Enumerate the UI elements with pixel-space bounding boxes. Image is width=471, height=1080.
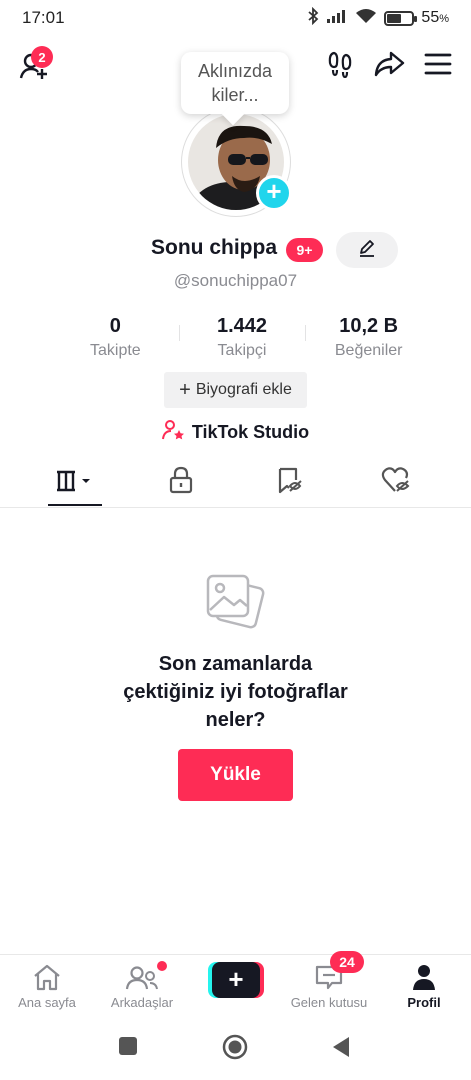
stat-following[interactable]: 0 Takipte [52, 315, 179, 361]
create-plus-icon: + [212, 962, 260, 998]
add-friend-button[interactable]: 2 [14, 46, 54, 86]
nav-inbox-label: Gelen kutusu [290, 995, 368, 1010]
add-bio-button[interactable]: + Biyografi ekle [164, 372, 307, 408]
lock-icon [168, 466, 194, 499]
add-friend-badge: 2 [31, 46, 53, 68]
empty-line-1: Son zamanlarda [158, 653, 313, 675]
repost-hidden-icon [276, 466, 304, 499]
stat-label: Takipte [89, 342, 141, 359]
battery-percent: 55 [421, 9, 440, 26]
stat-label: Takipçi [217, 342, 267, 359]
profile-handle: @sonuchippa07 [173, 271, 298, 290]
bluetooth-icon [307, 6, 319, 30]
profile-icon [379, 961, 469, 993]
videos-grid-icon [55, 468, 95, 497]
wifi-icon [355, 8, 377, 29]
profile-name: Sonu chippa [151, 236, 277, 259]
empty-line-2: çektiğiniz iyi fotoğraflar [123, 681, 348, 703]
empty-line-3: neler? [205, 709, 266, 731]
nav-profile-label: Profil [407, 995, 441, 1010]
add-avatar-plus-icon[interactable]: + [256, 175, 292, 211]
friends-icon [97, 961, 187, 993]
profile-notification-badge[interactable]: 9+ [286, 238, 323, 262]
nav-friends[interactable]: Arkadaşlar [97, 961, 187, 1017]
studio-icon [161, 419, 186, 446]
tab-videos[interactable] [45, 458, 105, 506]
nav-home-label: Ana sayfa [18, 995, 76, 1010]
upload-button[interactable]: Yükle [178, 749, 293, 801]
battery-text: 55% [421, 9, 449, 27]
heart-hidden-icon [381, 466, 411, 499]
home-circle-icon[interactable] [222, 1034, 248, 1065]
empty-state-message: Son zamanlarda çektiğiniz iyi fotoğrafla… [0, 650, 471, 734]
stats-row: 0 Takipte 1.442 Takipçi 10,2 B Beğeniler [52, 315, 432, 361]
share-icon [373, 50, 405, 83]
stat-value: 0 [109, 315, 121, 337]
edit-profile-button[interactable] [336, 232, 398, 268]
nav-friends-label: Arkadaşlar [110, 995, 174, 1010]
recents-icon[interactable] [118, 1036, 138, 1061]
create-button[interactable]: + [208, 962, 264, 998]
back-triangle-icon[interactable] [331, 1036, 351, 1063]
signal-icon [326, 8, 348, 29]
bottom-nav: Ana sayfa Arkadaşlar + Gelen kutusu 24 P… [0, 951, 471, 1018]
footprint-icon [326, 50, 354, 83]
tab-private[interactable] [151, 458, 211, 506]
pencil-icon [357, 238, 377, 263]
tab-reposts[interactable] [260, 458, 320, 506]
studio-label: TikTok Studio [191, 422, 310, 442]
add-bio-label: Biyografi ekle [195, 381, 292, 398]
stat-followers[interactable]: 1.442 Takipçi [178, 315, 306, 361]
nav-home[interactable]: Ana sayfa [2, 961, 92, 1017]
menu-button[interactable] [420, 48, 456, 84]
status-icons: 55% [307, 6, 449, 30]
status-time: 17:01 [22, 8, 65, 27]
stat-label: Beğeniler [334, 342, 403, 359]
nav-profile[interactable]: Profil [379, 961, 469, 1017]
inbox-badge: 24 [330, 951, 364, 973]
name-row: Sonu chippa 9+ [0, 232, 471, 268]
battery-level [387, 13, 401, 23]
plus-icon: + [179, 378, 191, 401]
story-tooltip[interactable]: Aklınızda kiler... [181, 52, 289, 114]
battery-unit: % [439, 13, 449, 25]
tiktok-studio-link[interactable]: TikTok Studio [0, 419, 471, 446]
tab-active-indicator [48, 504, 102, 506]
home-icon [2, 961, 92, 993]
battery-icon [384, 10, 418, 26]
tab-liked[interactable] [366, 458, 426, 506]
share-profile-button[interactable] [371, 48, 407, 84]
content-tabs [0, 458, 471, 508]
stat-value: 1.442 [216, 315, 268, 337]
stat-likes[interactable]: 10,2 B Beğeniler [305, 315, 432, 361]
stat-value: 10,2 B [339, 315, 399, 337]
system-nav-bar [0, 1018, 471, 1080]
menu-icon [424, 52, 452, 81]
friends-notification-dot [157, 961, 167, 971]
footprint-button[interactable] [322, 48, 358, 84]
status-bar: 17:01 55% [0, 0, 471, 36]
photos-icon [202, 570, 268, 636]
